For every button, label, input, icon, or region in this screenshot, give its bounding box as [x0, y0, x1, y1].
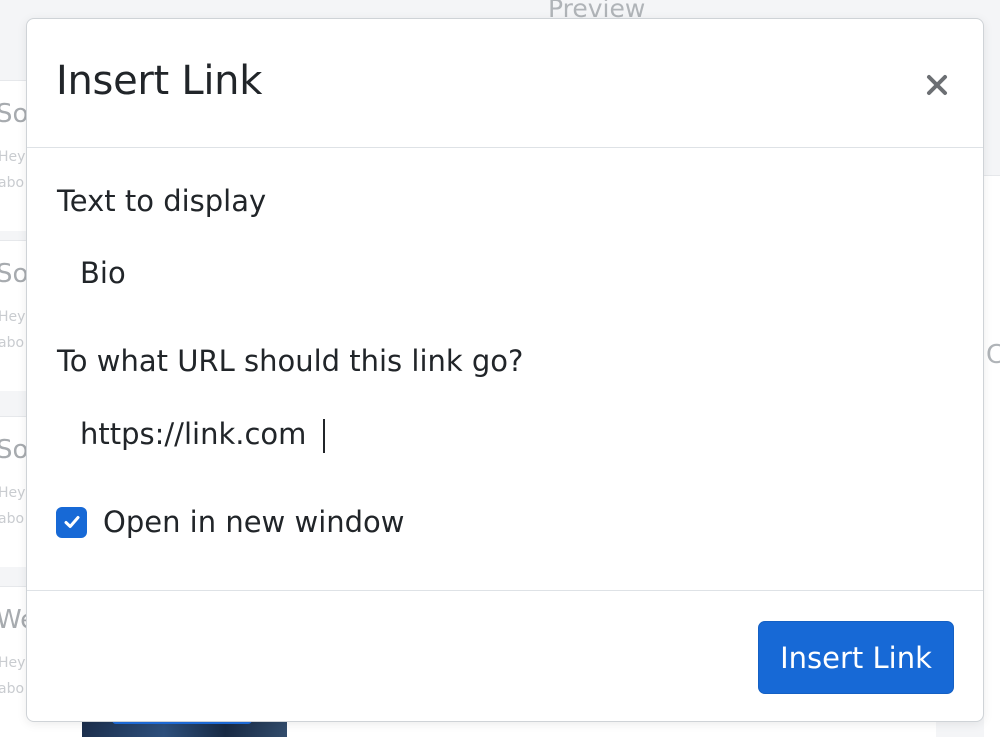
list-item-snippet: Hey: [0, 655, 26, 671]
open-in-new-window-checkbox[interactable]: [56, 506, 87, 538]
text-to-display-input[interactable]: [57, 243, 955, 303]
open-in-new-window-label: Open in new window: [103, 505, 405, 539]
dialog-header: Insert Link: [27, 19, 983, 148]
list-item-snippet: abo: [0, 175, 25, 191]
insert-link-button[interactable]: Insert Link: [758, 621, 954, 694]
list-item-snippet: abo: [0, 335, 25, 351]
text-caret: [323, 419, 325, 453]
list-item-title: So: [0, 435, 29, 465]
list-item-snippet: Hey: [0, 149, 26, 165]
list-item-snippet: abo: [0, 681, 25, 697]
close-button[interactable]: [919, 67, 955, 103]
list-item-snippet: Hey: [0, 309, 26, 325]
list-item-title: So: [0, 259, 29, 289]
url-label: To what URL should this link go?: [57, 344, 524, 378]
close-icon: [927, 75, 947, 95]
right-panel: [984, 175, 1000, 737]
open-in-new-window-option[interactable]: Open in new window: [56, 505, 405, 540]
dialog-title: Insert Link: [56, 58, 263, 104]
insert-link-dialog: Insert Link Text to display To what URL …: [26, 18, 984, 722]
list-item-title: So: [0, 99, 29, 129]
right-panel-label: C: [986, 340, 1000, 370]
list-item-snippet: abo: [0, 511, 25, 527]
list-item-snippet: Hey: [0, 485, 26, 501]
text-to-display-label: Text to display: [57, 184, 267, 218]
dialog-body: Text to display To what URL should this …: [27, 148, 983, 591]
url-input[interactable]: [57, 404, 955, 464]
checkmark-icon: [64, 516, 79, 529]
dialog-footer: Insert Link: [27, 591, 983, 721]
